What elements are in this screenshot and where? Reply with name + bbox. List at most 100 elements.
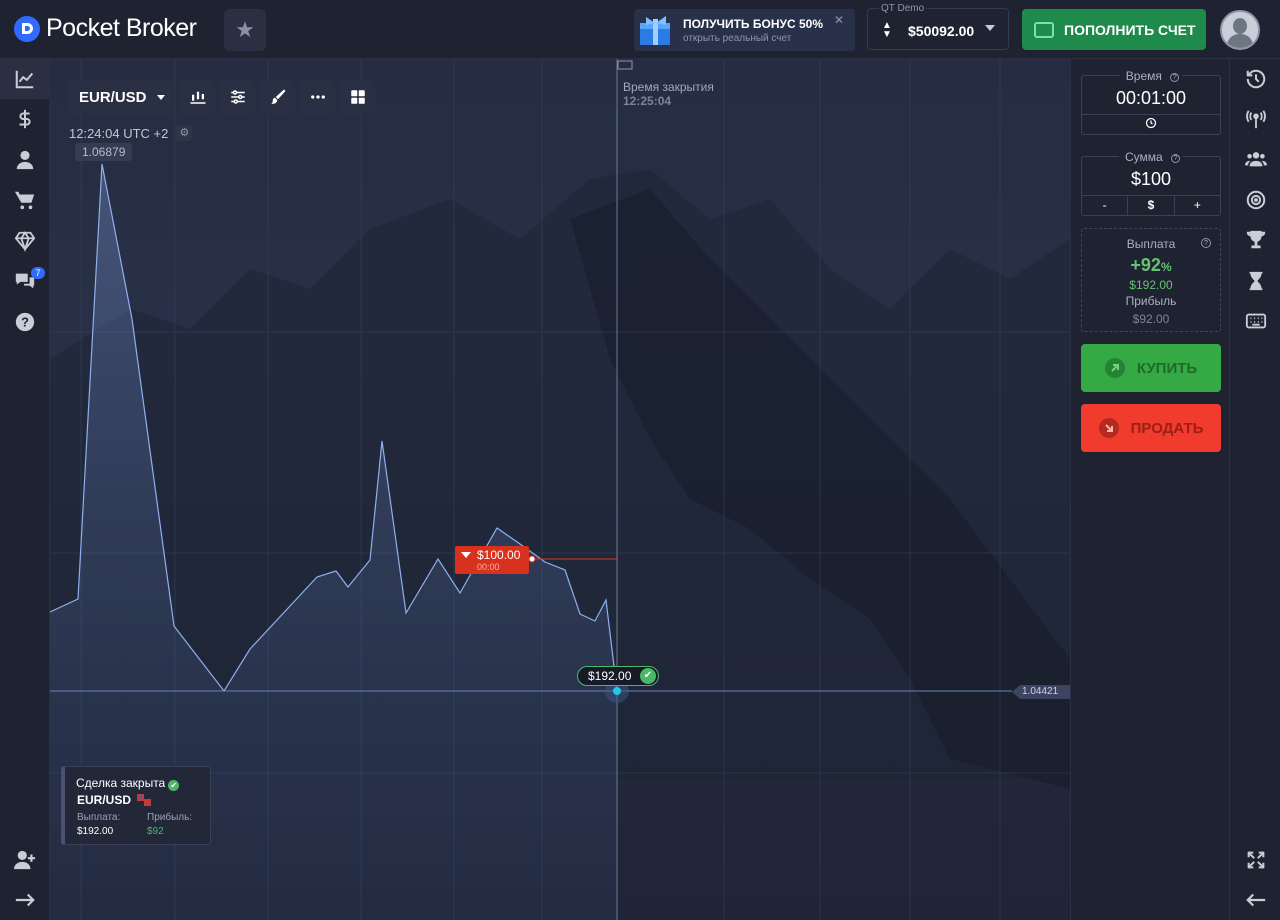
amount-field[interactable]: Сумма ? $100 - $ + <box>1081 150 1221 216</box>
gear-icon[interactable]: ⚙ <box>176 125 193 141</box>
user-icon <box>16 150 34 170</box>
sidebar-item-profile[interactable] <box>0 140 50 180</box>
sidebar-item-trading[interactable] <box>0 59 50 99</box>
balance-value: $50092.00 <box>908 23 975 39</box>
star-icon: ★ <box>235 17 255 42</box>
clock-icon <box>1145 117 1157 129</box>
clock-text: 12:24:04 UTC +2 <box>69 125 169 141</box>
avatar[interactable] <box>1220 10 1260 50</box>
sliders-icon <box>231 90 245 104</box>
flag-icon <box>137 794 151 806</box>
sell-label: ПРОДАТЬ <box>1130 419 1204 437</box>
time-picker-button[interactable] <box>1082 115 1220 134</box>
amount-value[interactable]: $100 <box>1082 169 1220 190</box>
more-button[interactable] <box>301 80 335 114</box>
deal-profit-label: Прибыль: <box>147 812 193 823</box>
candles-icon <box>190 91 206 104</box>
help-icon: ? <box>15 312 35 332</box>
deposit-label: ПОПОЛНИТЬ СЧЕТ <box>1064 21 1196 38</box>
rightbar-item-express[interactable] <box>1231 180 1280 220</box>
sidebar-item-market[interactable] <box>0 180 50 220</box>
left-sidebar: 7 ? <box>0 59 50 920</box>
symbol-label: EUR/USD <box>79 88 147 106</box>
deal-payout-label: Выплата: <box>77 812 121 823</box>
deal-title: Сделка закрыта ✔ <box>76 776 180 791</box>
close-time-title: Время закрытия <box>623 80 714 94</box>
arrow-right-icon <box>15 893 35 907</box>
top-bar: Pocket Broker ★ ПОЛУЧИТЬ БОНУС 50% откры… <box>0 0 1280 59</box>
amount-increase-button[interactable]: + <box>1173 196 1220 215</box>
rightbar-item-history[interactable] <box>1231 59 1280 99</box>
hourglass-icon <box>1249 271 1262 291</box>
rightbar-item-tournaments[interactable] <box>1231 220 1280 260</box>
amount-decrease-button[interactable]: - <box>1082 196 1127 215</box>
favorites-button[interactable]: ★ <box>224 9 266 51</box>
high-price-label: 1.06879 <box>75 143 133 161</box>
sidebar-item-achievements[interactable] <box>0 221 50 261</box>
sidebar-item-help[interactable]: ? <box>0 302 50 342</box>
sidebar-item-expand[interactable] <box>0 880 50 920</box>
more-icon <box>311 95 325 99</box>
chevron-down-icon <box>156 94 165 100</box>
add-user-icon <box>14 850 36 870</box>
bonus-title: ПОЛУЧИТЬ БОНУС 50% <box>683 17 823 31</box>
deposit-button[interactable]: ПОПОЛНИТЬ СЧЕТ <box>1022 9 1206 50</box>
arrow-down-icon <box>461 552 471 558</box>
sell-button[interactable]: ПРОДАТЬ <box>1081 404 1221 452</box>
profit-label: Прибыль <box>1125 294 1177 308</box>
time-label: Время <box>1122 69 1165 83</box>
sidebar-item-chat[interactable]: 7 <box>0 261 50 301</box>
chart-clock: 12:24:04 UTC +2 ⚙ <box>69 125 193 141</box>
buy-button[interactable]: КУПИТЬ <box>1081 344 1221 392</box>
deal-payout-value: $192.00 <box>77 826 114 837</box>
currency-button[interactable]: $ <box>1127 196 1173 215</box>
arrow-left-icon <box>1245 893 1265 907</box>
check-icon: ✔ <box>640 668 656 684</box>
time-value[interactable]: 00:01:00 <box>1082 88 1220 109</box>
trade-marker[interactable]: $100.00 00:00 <box>455 546 529 574</box>
time-field[interactable]: Время ? 00:01:00 <box>1081 69 1221 135</box>
indicators-button[interactable] <box>221 80 255 114</box>
right-sidebar <box>1231 59 1280 920</box>
payout-percent: +92% <box>1130 255 1172 275</box>
bonus-banner[interactable]: ПОЛУЧИТЬ БОНУС 50% открыть реальный счет… <box>634 9 855 51</box>
arrow-up-right-icon <box>1104 358 1125 378</box>
diamond-icon <box>14 231 36 252</box>
help-icon[interactable]: ? <box>1201 238 1211 248</box>
logo[interactable]: Pocket Broker <box>14 14 197 43</box>
deal-closed-card[interactable]: Сделка закрыта ✔ EUR/USD Выплата: Прибыль… <box>61 766 211 845</box>
swap-arrows-icon: ▲ ▼ <box>882 20 892 40</box>
rightbar-item-pending[interactable] <box>1231 261 1280 301</box>
trade-timer: 00:00 <box>477 562 500 572</box>
payout-box: Выплата ? +92% $192.00 Прибыль $92.00 <box>1081 228 1221 332</box>
grid-icon <box>351 90 365 104</box>
current-price-tag: 1.04421 <box>1012 685 1070 699</box>
dollar-icon <box>19 109 31 129</box>
trophy-icon <box>1246 230 1265 249</box>
layout-button[interactable] <box>341 80 375 114</box>
rightbar-item-fullscreen[interactable] <box>1231 840 1280 880</box>
close-icon[interactable]: ✕ <box>834 13 844 27</box>
trade-panel: Время ? 00:01:00 Сумма ? $100 - $ + Выпл… <box>1070 59 1230 920</box>
rightbar-item-social[interactable] <box>1231 139 1280 179</box>
svg-text:?: ? <box>21 315 29 330</box>
chart-area[interactable]: EUR/USD 12:24:04 UTC +2 ⚙ 1.06879 Время … <box>50 59 1070 920</box>
rightbar-item-collapse[interactable] <box>1231 880 1280 920</box>
rightbar-item-hotkeys[interactable] <box>1231 301 1280 341</box>
sidebar-item-invite[interactable] <box>0 840 50 880</box>
symbol-selector[interactable]: EUR/USD <box>69 80 175 114</box>
account-selector[interactable]: QT Demo ▲ ▼ $50092.00 <box>867 3 1009 50</box>
help-icon: ? <box>1171 154 1181 163</box>
trade-amount: $100.00 <box>477 548 521 562</box>
target-icon <box>1246 190 1265 210</box>
sidebar-item-finance[interactable] <box>0 99 50 139</box>
chart-type-button[interactable] <box>181 80 215 114</box>
win-marker[interactable]: $192.00 ✔ <box>577 666 659 686</box>
deal-pair: EUR/USD <box>77 793 132 807</box>
chart-line-icon <box>15 70 34 89</box>
rightbar-item-signals[interactable] <box>1231 99 1280 139</box>
cart-icon <box>14 191 35 210</box>
chat-badge: 7 <box>31 267 45 279</box>
drawing-button[interactable] <box>261 80 295 114</box>
check-circle-icon: ✔ <box>168 780 180 791</box>
